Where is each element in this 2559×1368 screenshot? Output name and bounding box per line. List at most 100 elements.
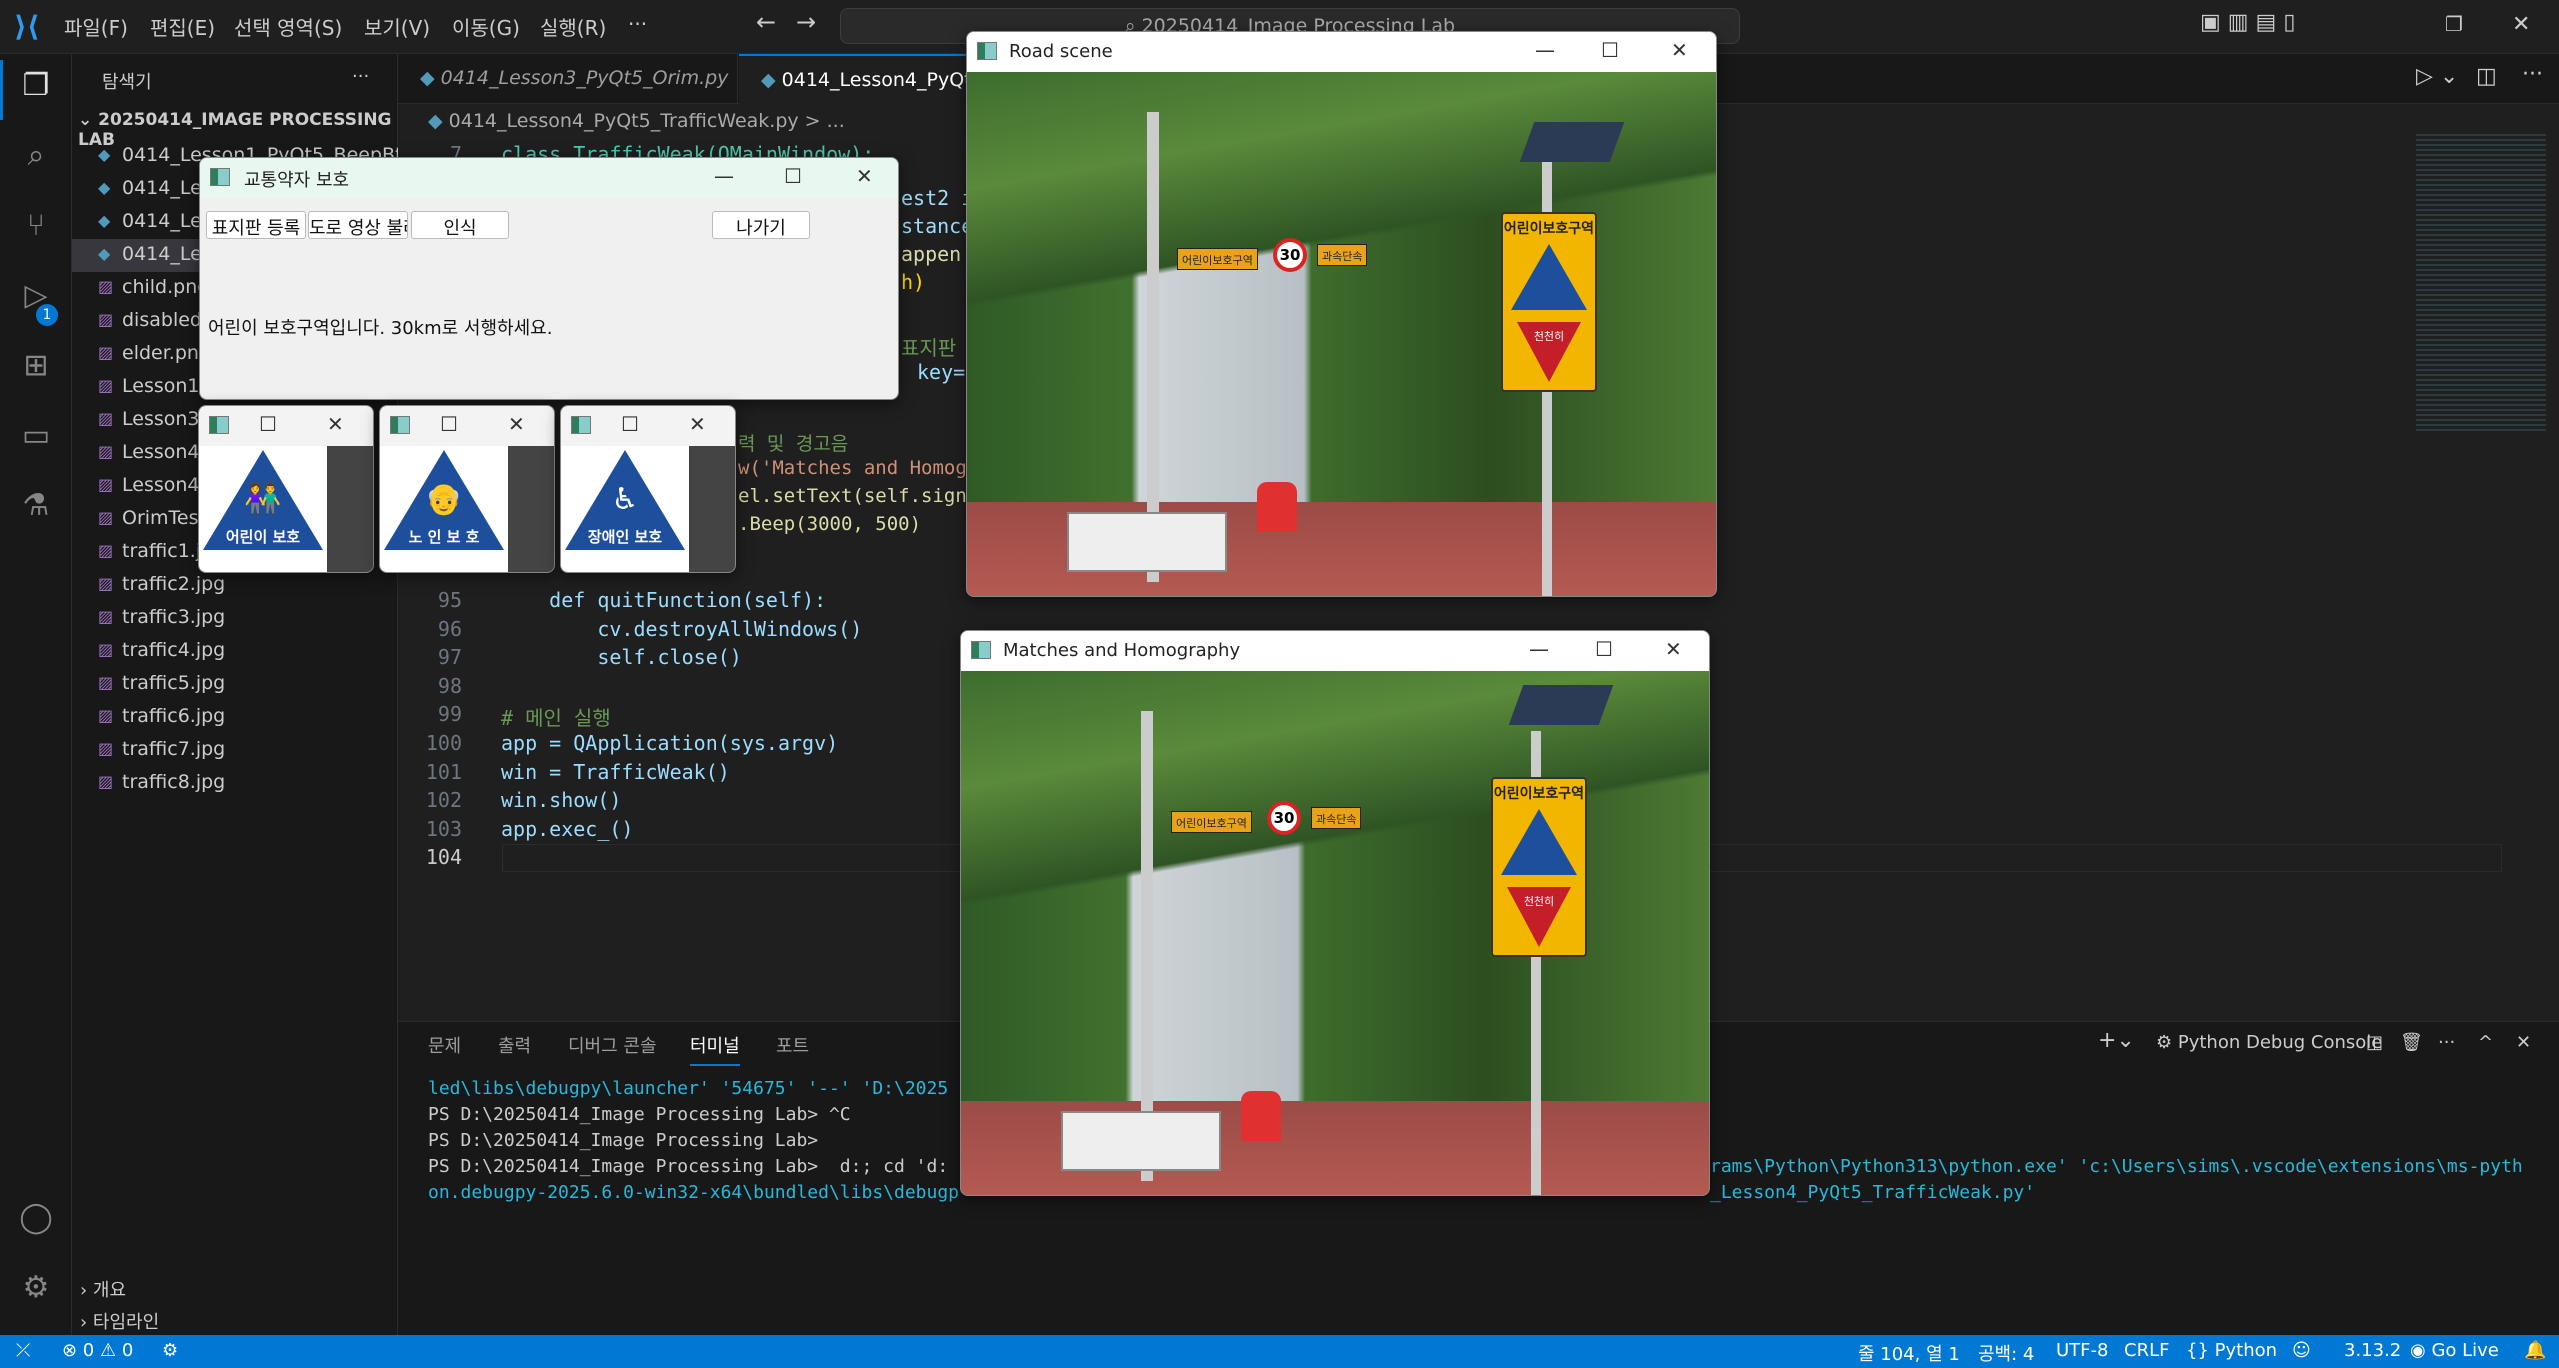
window-titlebar[interactable]: 교통약자 보호 — ☐ ✕ (200, 158, 898, 198)
exit-button[interactable]: 나가기 (712, 211, 810, 239)
account-icon[interactable]: ◯ (16, 1200, 56, 1240)
menu-selection[interactable]: 선택 영역(S) (234, 12, 342, 41)
timeline-section[interactable]: › 타임라인 (80, 1308, 159, 1334)
window-close-icon[interactable]: ✕ (2512, 12, 2530, 37)
trash-icon[interactable]: 🗑 (2400, 1032, 2423, 1053)
close-icon[interactable]: ✕ (1671, 38, 1688, 62)
testing-icon[interactable]: ⚗ (16, 488, 56, 528)
source-control-icon[interactable]: ⑂ (16, 208, 56, 248)
window-titlebar[interactable]: Matches and Homography — ☐ ✕ (961, 631, 1709, 671)
settings-gear-icon[interactable]: ⚙ (16, 1270, 56, 1310)
close-icon[interactable]: ✕ (689, 412, 706, 436)
image-file-icon: ▨ (98, 376, 114, 395)
new-terminal-icon[interactable]: +⌄ (2098, 1028, 2135, 1053)
language-mode[interactable]: {} Python (2186, 1340, 2277, 1361)
minimap[interactable] (2416, 134, 2546, 434)
line-number: 95 (437, 588, 462, 612)
file-item[interactable]: ▨ traffic2.jpg (72, 569, 398, 602)
file-name: Lesson4. (122, 441, 206, 463)
split-editor-icon[interactable]: ◫ (2476, 64, 2497, 89)
window-restore-icon[interactable]: ❐ (2445, 12, 2463, 36)
solar-panel (1508, 685, 1614, 725)
file-item[interactable]: ▨ traffic3.jpg (72, 602, 398, 635)
tab-problems[interactable]: 문제 (428, 1032, 461, 1058)
file-item[interactable]: ▨ traffic4.jpg (72, 635, 398, 668)
console-label: Python Debug Console (2177, 1032, 2383, 1053)
file-item[interactable]: ▨ traffic7.jpg (72, 734, 398, 767)
search-icon[interactable]: ⌕ (16, 138, 56, 178)
menu-go[interactable]: 이동(G) (452, 12, 520, 41)
explorer-icon[interactable]: ❐ (16, 68, 56, 108)
maximize-icon[interactable]: ☐ (621, 412, 639, 436)
file-item[interactable]: ▨ traffic6.jpg (72, 701, 398, 734)
file-item[interactable]: ▨ traffic5.jpg (72, 668, 398, 701)
more-actions-button[interactable]: ··· (352, 66, 369, 87)
window-titlebar[interactable]: ☐ ✕ (199, 406, 373, 446)
line-ending[interactable]: CRLF (2124, 1340, 2169, 1361)
outline-section[interactable]: › 개요 (80, 1276, 126, 1302)
code-line: app = QApplication(sys.argv) (501, 731, 839, 755)
tab-terminal[interactable]: 터미널 (690, 1032, 740, 1066)
back-arrow-icon[interactable]: ← (756, 8, 776, 36)
close-icon[interactable]: ✕ (856, 164, 873, 188)
maximize-icon[interactable]: ☐ (1595, 637, 1613, 661)
breadcrumb[interactable]: ◆ 0414_Lesson4_PyQt5_TrafficWeak.py > ..… (428, 110, 845, 132)
remote-icon[interactable]: ⤫ (16, 1340, 30, 1361)
go-live-button[interactable]: ◉ Go Live (2410, 1340, 2499, 1361)
split-terminal-icon[interactable]: ◫ (2366, 1032, 2383, 1053)
maximize-panel-icon[interactable]: ^ (2478, 1032, 2493, 1053)
slow-sign: 천천히 (1507, 887, 1571, 947)
code-line: cv.destroyAllWindows() (501, 616, 863, 641)
cursor-position[interactable]: 줄 104, 열 1 (1858, 1340, 1960, 1366)
menu-run[interactable]: 실행(R) (540, 12, 606, 41)
layout-icon[interactable]: ▣ ▥ ▤ ▯ (2200, 10, 2295, 35)
problems-count[interactable]: ⊗ 0 ⚠ 0 (62, 1340, 133, 1361)
minimize-icon[interactable]: — (714, 164, 734, 188)
encoding[interactable]: UTF-8 (2056, 1340, 2108, 1361)
more-actions-icon[interactable]: ··· (2522, 62, 2543, 87)
extensions-icon[interactable]: ⊞ (16, 348, 56, 388)
close-panel-icon[interactable]: ✕ (2516, 1032, 2531, 1053)
run-python-icon[interactable]: ▷ ⌄ (2416, 64, 2458, 89)
menu-view[interactable]: 보기(V) (364, 12, 430, 41)
file-item[interactable]: ▨ traffic8.jpg (72, 767, 398, 800)
tab-ports[interactable]: 포트 (776, 1032, 809, 1058)
close-icon[interactable]: ✕ (1665, 637, 1682, 661)
close-icon[interactable]: ✕ (508, 412, 525, 436)
close-icon[interactable]: ✕ (327, 412, 344, 436)
file-name: traffic4.jpg (122, 639, 226, 661)
maximize-icon[interactable]: ☐ (259, 412, 277, 436)
forward-arrow-icon[interactable]: → (796, 8, 816, 36)
banner (1067, 512, 1227, 572)
window-titlebar[interactable]: Road scene — ☐ ✕ (967, 32, 1716, 72)
menu-file[interactable]: 파일(F) (64, 12, 128, 41)
window-titlebar[interactable]: ☐ ✕ (561, 406, 735, 446)
tab-output[interactable]: 출력 (498, 1032, 531, 1058)
breadcrumb-text: 0414_Lesson4_PyQt5_TrafficWeak.py > ... (448, 110, 845, 132)
register-sign-button[interactable]: 표지판 등록 (206, 211, 306, 239)
maximize-icon[interactable]: ☐ (1601, 38, 1619, 62)
zone-text: 어린이보호구역 (1493, 786, 1585, 802)
copilot-icon[interactable]: ☺ (2292, 1340, 2311, 1361)
image-file-icon: ▨ (98, 772, 114, 791)
notifications-bell-icon[interactable]: 🔔 (2524, 1340, 2546, 1361)
code-fragment: appen (901, 242, 962, 266)
line-number: 97 (437, 645, 462, 670)
debug-console-selector[interactable]: ⚙ Python Debug Console (2156, 1032, 2382, 1053)
load-road-video-button[interactable]: 도로 영상 불러오기 (308, 211, 408, 239)
maximize-icon[interactable]: ☐ (440, 412, 458, 436)
python-version[interactable]: 3.13.2 (2344, 1340, 2401, 1361)
maximize-icon[interactable]: ☐ (784, 164, 802, 188)
remote-explorer-icon[interactable]: ▭ (16, 418, 56, 458)
minimize-icon[interactable]: — (1529, 637, 1549, 661)
tab-lesson3[interactable]: ◆ 0414_Lesson3_PyQt5_Orim.py (398, 54, 738, 104)
debug-status-icon[interactable]: ⚙ (162, 1340, 178, 1361)
menu-edit[interactable]: 편집(E) (150, 12, 215, 41)
recognize-button[interactable]: 인식 (411, 211, 509, 239)
window-titlebar[interactable]: ☐ ✕ (380, 406, 554, 446)
more-icon[interactable]: ··· (2438, 1032, 2455, 1053)
minimize-icon[interactable]: — (1535, 38, 1555, 62)
menu-more[interactable]: ··· (628, 12, 647, 36)
tab-debug-console[interactable]: 디버그 콘솔 (568, 1032, 657, 1058)
indentation[interactable]: 공백: 4 (1978, 1340, 2034, 1366)
